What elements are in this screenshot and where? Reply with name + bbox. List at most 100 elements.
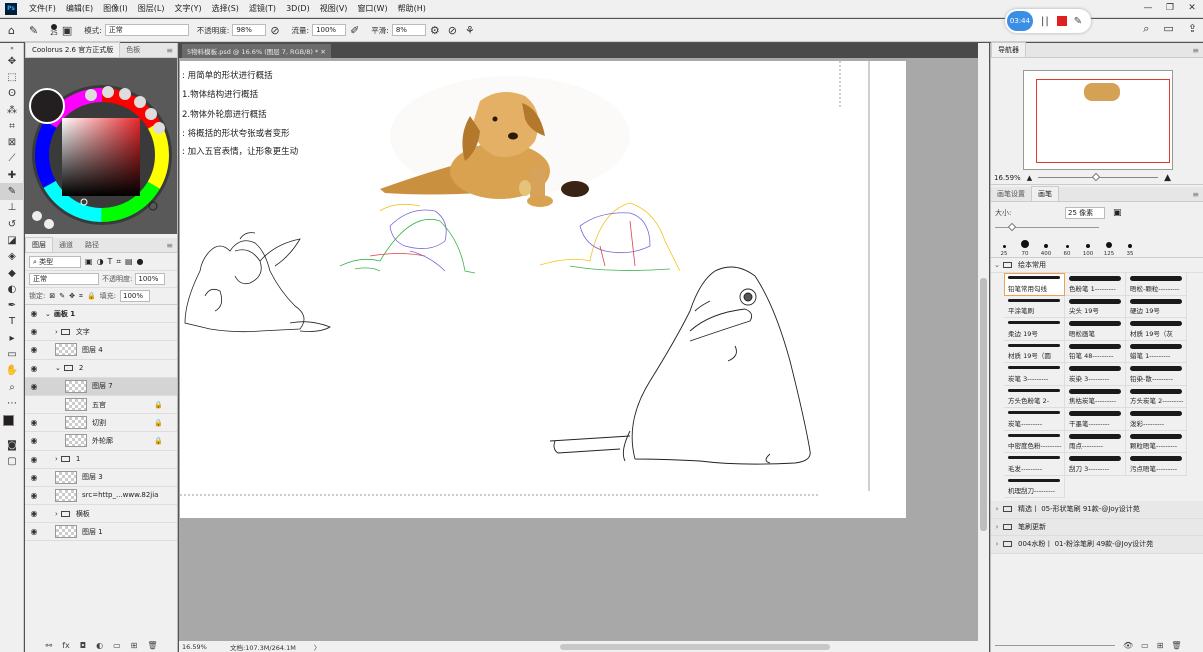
menu-type[interactable]: 文字(Y) (174, 3, 201, 14)
visibility-eye-icon[interactable]: ◉ (25, 418, 43, 427)
vertical-scroll-thumb[interactable] (980, 278, 987, 531)
brush-item[interactable]: 雨点--------- (1065, 430, 1126, 453)
visibility-eye-icon[interactable]: ◉ (25, 436, 43, 445)
pressure-size-icon[interactable]: ⊘ (448, 24, 457, 37)
smoothing-settings-gear-icon[interactable]: ⚙ (430, 24, 440, 37)
airbrush-icon[interactable]: ✐ (350, 24, 359, 37)
brush-folder[interactable]: › 笔刷更新 (991, 519, 1203, 536)
paint-bucket-icon[interactable]: ◈ (0, 249, 24, 265)
visibility-eye-icon[interactable]: ◉ (25, 491, 43, 500)
brush-size-input[interactable]: 25 像素 (1065, 207, 1105, 219)
lock-all-icon[interactable]: 🔒 (87, 292, 96, 300)
hand-tool-icon[interactable]: ✋ (0, 363, 24, 379)
navigator-zoom-slider[interactable] (1038, 172, 1159, 182)
layer-row[interactable]: ◉ ⌄ 2 (25, 360, 177, 378)
new-brush-group-icon[interactable]: ▭ (1141, 641, 1149, 650)
menu-filter[interactable]: 滤镜(T) (249, 3, 276, 14)
visibility-eye-icon[interactable]: ◉ (25, 364, 43, 373)
brush-item[interactable]: 硬边 19号 (1126, 295, 1187, 318)
layer-row[interactable]: ◉ › 1 (25, 451, 177, 469)
visibility-eye-icon[interactable]: ◉ (25, 345, 43, 354)
layer-row[interactable]: ◉ src=http_...www.82jia (25, 487, 177, 506)
new-brush-icon[interactable]: ▣ (1113, 208, 1122, 218)
brush-item[interactable]: 污点晤笔--------- (1126, 453, 1187, 476)
brush-menu-icon[interactable]: ≡ (1192, 190, 1199, 199)
brush-item[interactable]: 蜡笔 1--------- (1126, 340, 1187, 363)
brush-item[interactable]: 炭染 3--------- (1065, 363, 1126, 386)
eyedropper-icon[interactable]: ⟋ (0, 151, 24, 167)
brush-panel-toggle-icon[interactable]: ▣ (62, 24, 72, 37)
lock-paint-icon[interactable]: ✎ (59, 292, 65, 300)
layer-opacity-input[interactable]: 100% (135, 273, 166, 285)
fill-input[interactable]: 100% (120, 290, 151, 302)
layer-row[interactable]: ◉ 图层 3 (25, 469, 177, 487)
lock-transparent-icon[interactable]: ⊠ (49, 292, 55, 300)
status-doc-size[interactable]: 文档:107.3M/264.1M (230, 642, 296, 652)
healing-brush-icon[interactable]: ✚ (0, 167, 24, 183)
filter-shape-icon[interactable]: ⌗ (116, 257, 121, 267)
menu-edit[interactable]: 编辑(E) (66, 3, 93, 14)
layer-filter-select[interactable]: ⌕ 类型 (29, 255, 81, 268)
filter-pixel-icon[interactable]: ▣ (85, 257, 93, 266)
navigator-menu-icon[interactable]: ≡ (1192, 46, 1199, 55)
menu-select[interactable]: 选择(S) (212, 3, 239, 14)
chevron-right-icon[interactable]: › (55, 328, 58, 336)
chevron-right-icon[interactable]: › (55, 455, 58, 463)
filter-toggle-icon[interactable]: ● (137, 257, 144, 266)
brush-item[interactable]: 干墨笔--------- (1065, 408, 1126, 431)
menu-view[interactable]: 视图(V) (320, 3, 348, 14)
flow-input[interactable]: 100% (312, 24, 347, 36)
brush-item[interactable]: 泼彩--------- (1126, 408, 1187, 431)
brush-item[interactable]: 炭笔--------- (1004, 408, 1065, 431)
brush-size-slider[interactable] (995, 222, 1199, 232)
delete-layer-icon[interactable]: 🗑 (147, 641, 157, 650)
magic-wand-icon[interactable]: ⁂ (0, 102, 24, 118)
brush-preset[interactable]: 400 (1039, 232, 1053, 257)
move-tool-icon[interactable]: ✥ (0, 53, 24, 69)
symmetry-icon[interactable]: ⚘ (465, 24, 475, 37)
tab-channels[interactable]: 通道 (53, 238, 79, 252)
new-group-icon[interactable]: ▭ (113, 641, 121, 650)
zoom-tool-icon[interactable]: ⌕ (0, 379, 24, 395)
layer-row[interactable]: ◉ 外轮廓 🔒 (25, 432, 177, 451)
vertical-scrollbar[interactable] (978, 43, 989, 641)
visibility-eye-icon[interactable]: ◉ (25, 455, 43, 464)
menu-window[interactable]: 窗口(W) (357, 3, 387, 14)
brush-item[interactable]: 色粉笔 1--------- (1065, 273, 1126, 296)
foreground-color[interactable] (3, 414, 14, 426)
brush-folder[interactable]: › 精选丨 05-形状笔刷 91款-@Joy设计苑 (991, 501, 1203, 519)
close-icon[interactable]: ✕ (1181, 0, 1203, 16)
brush-preset[interactable]: 25 (997, 232, 1011, 257)
close-tab-icon[interactable]: ✕ (320, 48, 325, 56)
visibility-eye-icon[interactable]: ◉ (25, 382, 43, 391)
brush-item[interactable]: 毛发--------- (1004, 453, 1065, 476)
workspace-icon[interactable]: ▭ (1163, 22, 1173, 36)
delete-brush-icon[interactable]: 🗑 (1171, 641, 1181, 650)
link-layers-icon[interactable]: ⚯ (46, 641, 53, 650)
brush-preset[interactable]: 60 (1060, 232, 1074, 257)
tab-coolorus[interactable]: Coolorus 2.6 官方正式版 (25, 42, 121, 57)
tab-navigator[interactable]: 导航器 (991, 42, 1026, 57)
navigator-preview[interactable] (991, 58, 1203, 171)
menu-file[interactable]: 文件(F) (29, 3, 56, 14)
chevron-right-icon[interactable]: › (55, 510, 58, 518)
brush-preset-picker[interactable]: 25 (50, 23, 58, 37)
brush-item[interactable]: 方头色粉笔 2- (1004, 385, 1065, 408)
filter-adjust-icon[interactable]: ◑ (97, 257, 104, 266)
quick-mask-icon[interactable]: ◙ (0, 438, 24, 454)
brush-item[interactable]: 铅笔 48--------- (1065, 340, 1126, 363)
layer-row[interactable]: ◉ 图层 4 (25, 341, 177, 360)
annotate-pen-icon[interactable]: ✎ (1074, 16, 1082, 27)
lock-artboard-icon[interactable]: ⌗ (79, 292, 83, 301)
brush-item[interactable]: 方头炭笔 2--------- (1126, 385, 1187, 408)
panel-menu-icon[interactable]: ≡ (166, 46, 173, 55)
fx-icon[interactable]: fx (62, 641, 70, 650)
coolorus-color-wheel[interactable] (25, 58, 177, 234)
brush-item[interactable]: 尖头 19号 (1065, 295, 1126, 318)
color-swatches-icon[interactable] (0, 412, 24, 438)
rectangle-tool-icon[interactable]: ▭ (0, 346, 24, 362)
mode-select[interactable]: 正常 (104, 24, 189, 36)
zoom-out-icon[interactable]: ▲ (1027, 174, 1032, 182)
brush-item[interactable]: 刮刀 3--------- (1065, 453, 1126, 476)
brush-item[interactable]: 晤松-颗粒--------- (1126, 273, 1187, 296)
